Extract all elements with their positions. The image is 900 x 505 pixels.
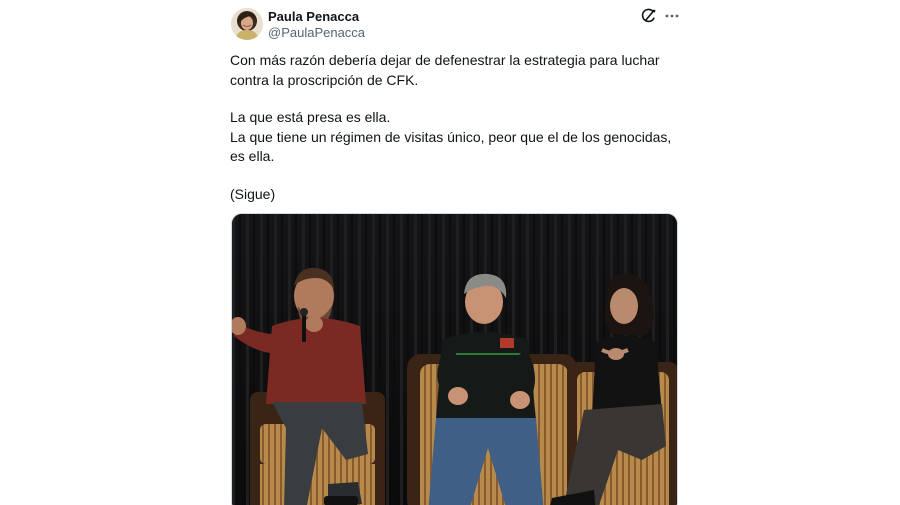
- tweet-line: contra la proscripción de CFK.: [230, 71, 419, 88]
- tweet-text: Con más razón debería dejar de defenestr…: [230, 51, 680, 204]
- more-icon[interactable]: [664, 8, 680, 24]
- author-handle[interactable]: @PaulaPenacca: [268, 25, 365, 40]
- tweet-photo[interactable]: [231, 213, 678, 505]
- tweet-line: Con más razón debería dejar de defenestr…: [230, 52, 660, 68]
- tweet-line: (Sigue): [230, 185, 276, 202]
- author-display-name[interactable]: Paula Penacca: [268, 9, 359, 24]
- tweet-card[interactable]: Paula Penacca @PaulaPenacca Con más razó…: [213, 0, 693, 505]
- tweet-line: La que está presa es ella.: [230, 109, 391, 125]
- tweet-line: es ella.: [230, 148, 275, 164]
- grok-icon[interactable]: [641, 8, 657, 24]
- photo-illustration: [232, 214, 677, 505]
- tweet-line: La que tiene un régimen de visitas único…: [230, 128, 672, 145]
- avatar[interactable]: [231, 8, 263, 40]
